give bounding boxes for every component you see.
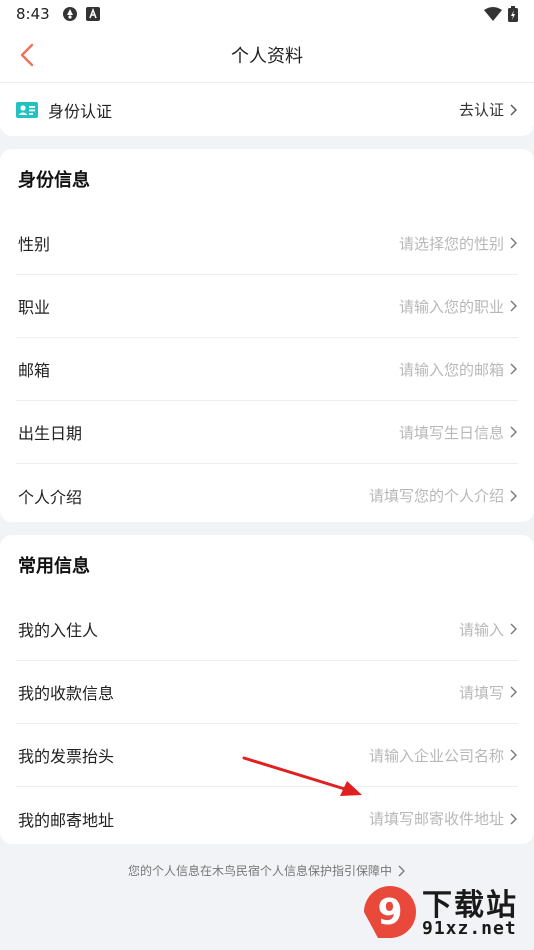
row-value: 请选择您的性别 (399, 233, 518, 254)
id-card-icon (16, 101, 38, 118)
row-value: 请输入您的邮箱 (399, 359, 518, 380)
row-value: 请输入您的职业 (399, 296, 518, 317)
battery-icon (508, 6, 518, 22)
identity-verification-row[interactable]: 身份认证 去认证 (0, 82, 534, 136)
watermark-logo-glyph: 9 (377, 892, 402, 933)
chevron-right-icon (510, 813, 517, 824)
watermark-domain: 91xz.net (422, 918, 517, 939)
row-gender[interactable]: 性别 请选择您的性别 (16, 212, 518, 275)
row-label: 性别 (18, 235, 51, 254)
verify-action-label: 去认证 (458, 101, 504, 119)
wifi-icon (484, 7, 502, 21)
row-label: 个人介绍 (18, 487, 83, 507)
site-watermark: 9 下载站 91xz.net (360, 878, 530, 946)
chevron-right-icon (510, 623, 517, 635)
row-value: 请输入 (459, 619, 518, 640)
section-title: 身份信息 (18, 170, 90, 191)
chevron-right-icon (510, 104, 517, 115)
vpn-icon (62, 7, 77, 21)
row-label: 邮箱 (18, 361, 51, 380)
row-label: 我的邮寄地址 (18, 810, 115, 830)
status-time: 8:43 (16, 5, 50, 23)
row-value: 请输入企业公司名称 (369, 745, 518, 766)
verify-label: 身份认证 (48, 101, 113, 121)
row-payment-info[interactable]: 我的收款信息 请填写 (16, 661, 518, 724)
row-label: 我的发票抬头 (18, 747, 115, 766)
row-value: 请填写生日信息 (399, 422, 518, 443)
row-value: 请填写邮寄收件地址 (369, 808, 518, 829)
nav-bar: 个人资料 (0, 28, 534, 82)
common-info-card: 常用信息 我的入住人 请输入 我的收款信息 请填写 我的发票抬头 请输入企业公司… (0, 535, 534, 844)
chevron-right-icon (510, 300, 517, 312)
identity-info-card: 身份信息 性别 请选择您的性别 职业 请输入您的职业 邮箱 请输入您的邮箱 出生… (0, 149, 534, 522)
row-guests[interactable]: 我的入住人 请输入 (16, 598, 518, 661)
chevron-right-icon (510, 749, 517, 761)
back-button[interactable] (10, 36, 44, 74)
status-bar: 8:43 (0, 0, 534, 28)
app-notification-icon (85, 7, 100, 21)
chevron-right-icon (510, 426, 517, 438)
row-occupation[interactable]: 职业 请输入您的职业 (16, 275, 518, 338)
chevron-right-icon (398, 865, 405, 876)
page-title: 个人资料 (231, 46, 303, 67)
section-title: 常用信息 (18, 556, 90, 577)
row-mailing-address[interactable]: 我的邮寄地址 请填写邮寄收件地址 (16, 787, 518, 850)
chevron-right-icon (510, 490, 517, 501)
row-birthday[interactable]: 出生日期 请填写生日信息 (16, 401, 518, 464)
chevron-right-icon (510, 686, 517, 698)
chevron-left-icon (20, 43, 34, 67)
row-value: 请填写 (459, 682, 518, 703)
status-system-icons (484, 6, 518, 22)
privacy-note-link[interactable]: 您的个人信息在木鸟民宿个人信息保护指引保障中 (0, 862, 534, 879)
privacy-note-text: 您的个人信息在木鸟民宿个人信息保护指引保障中 (127, 864, 392, 878)
status-notification-icons (62, 6, 100, 22)
row-label: 出生日期 (18, 424, 83, 443)
verify-action[interactable]: 去认证 (459, 99, 518, 120)
row-email[interactable]: 邮箱 请输入您的邮箱 (16, 338, 518, 401)
chevron-right-icon (510, 237, 517, 249)
watermark-logo-icon: 9 (364, 886, 416, 938)
row-invoice-title[interactable]: 我的发票抬头 请输入企业公司名称 (16, 724, 518, 787)
chevron-right-icon (510, 363, 517, 375)
row-introduction[interactable]: 个人介绍 请填写您的个人介绍 (16, 464, 518, 527)
row-label: 我的入住人 (18, 621, 99, 640)
row-label: 我的收款信息 (18, 684, 115, 703)
row-label: 职业 (18, 298, 51, 317)
row-value: 请填写您的个人介绍 (369, 485, 518, 506)
